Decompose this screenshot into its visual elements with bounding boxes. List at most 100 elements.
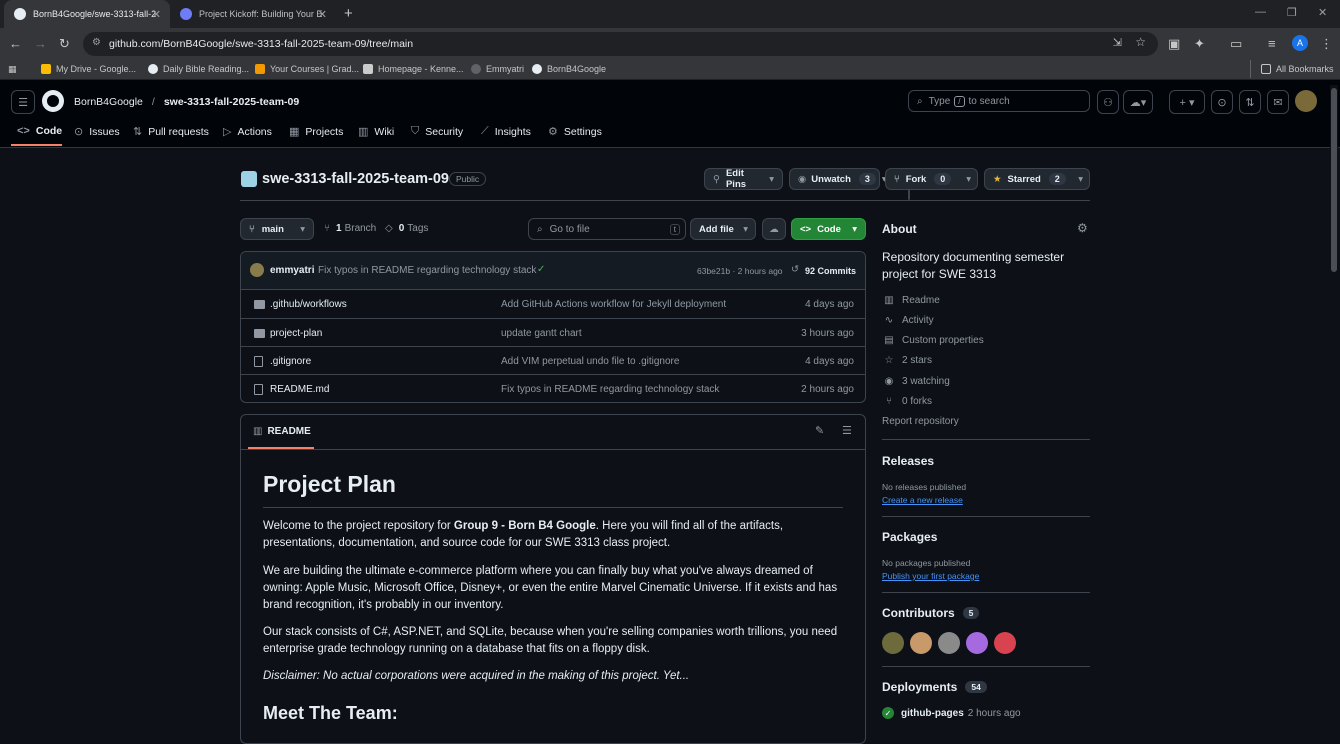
folder-icon [254, 299, 265, 309]
gear-icon[interactable]: ⚙ [1077, 221, 1088, 235]
contributor-avatar[interactable] [966, 632, 988, 654]
contributors-heading[interactable]: Contributors 5 [882, 606, 980, 620]
install-app-icon[interactable]: ⇲ [1113, 36, 1122, 49]
browser-tab-kickoff[interactable]: Project Kickoff: Building Your E ✕ [170, 0, 336, 28]
repo-name[interactable]: swe-3313-fall-2025-team-09 [262, 171, 449, 187]
tab-wiki[interactable]: ▥ Wiki [358, 125, 394, 139]
address-bar[interactable]: ⚙ github.com/BornB4Google/swe-3313-fall-… [83, 32, 1158, 56]
ksu-icon [363, 64, 373, 74]
new-tab-icon[interactable]: + [344, 5, 353, 22]
extensions-puzzle-icon[interactable]: ✦ [1194, 36, 1205, 52]
check-icon[interactable]: ✓ [537, 264, 545, 275]
edit-pencil-icon[interactable]: ✎ [815, 424, 824, 437]
publish-package-link[interactable]: Publish your first package [882, 571, 979, 581]
commit-hash-time[interactable]: 63be21b · 2 hours ago [697, 266, 783, 276]
bookmark-emmyatri[interactable]: Emmyatri [471, 64, 524, 74]
breadcrumb-owner[interactable]: BornB4Google [74, 96, 143, 108]
all-bookmarks[interactable]: All Bookmarks [1261, 64, 1334, 74]
table-row[interactable]: README.md Fix typos in README regarding … [241, 374, 865, 403]
breadcrumb-repo[interactable]: swe-3313-fall-2025-team-09 [164, 96, 299, 108]
table-row[interactable]: .github/workflows Add GitHub Actions wor… [241, 289, 865, 318]
readme-tab[interactable]: ▥ README [253, 426, 311, 437]
browser-tab-strip: BornB4Google/swe-3313-fall-2 ✕ Project K… [0, 0, 1340, 28]
pull-requests-icon[interactable]: ⇅ [1239, 90, 1261, 114]
create-new-button[interactable]: + ▾ [1169, 90, 1205, 114]
back-icon[interactable]: ← [9, 36, 22, 51]
deployments-heading[interactable]: Deployments 54 [882, 680, 987, 694]
media-controls-icon[interactable]: ≡ [1268, 36, 1276, 51]
code-button[interactable]: <> Code ▾ [791, 218, 866, 240]
about-forks[interactable]: ⑂ 0 forks [882, 396, 932, 407]
tab-insights[interactable]: ⟋ Insights [481, 125, 531, 138]
close-tab-icon[interactable]: ✕ [152, 8, 161, 21]
contributor-avatar[interactable] [938, 632, 960, 654]
about-stars[interactable]: ☆ 2 stars [882, 355, 933, 366]
forward-icon[interactable]: → [34, 36, 47, 51]
commit-message[interactable]: Fix typos in README regarding technology… [318, 265, 536, 276]
tab-pull-requests[interactable]: ⇅ Pull requests [133, 125, 209, 139]
contributor-avatar[interactable] [882, 632, 904, 654]
table-row[interactable]: project-plan update gantt chart 3 hours … [241, 318, 865, 347]
starred-button[interactable]: ★ Starred 2 ▾ [984, 168, 1090, 190]
commits-link[interactable]: 92 Commits [805, 266, 856, 276]
contributor-avatar[interactable] [910, 632, 932, 654]
commit-author-avatar[interactable] [250, 263, 264, 277]
releases-heading[interactable]: Releases [882, 454, 934, 468]
table-row[interactable]: .gitignore Add VIM perpetual undo file t… [241, 346, 865, 375]
reload-icon[interactable]: ↻ [59, 36, 70, 52]
chrome-menu-icon[interactable]: ⋮ [1320, 36, 1333, 52]
apps-grid-icon[interactable]: ▦ [8, 64, 17, 75]
cast-icon[interactable]: ▭ [1230, 36, 1242, 52]
fork-button[interactable]: ⑂ Fork 0 ▾ [885, 168, 978, 190]
about-activity[interactable]: ∿ Activity [882, 315, 934, 326]
outline-list-icon[interactable]: ☰ [842, 424, 852, 437]
github-logo-icon[interactable] [42, 90, 64, 112]
bookmark-homepage[interactable]: Homepage - Kenne... [363, 64, 464, 74]
bookmark-courses[interactable]: Your Courses | Grad... [255, 64, 359, 74]
restore-icon[interactable]: ❐ [1287, 6, 1297, 19]
tab-settings[interactable]: ⚙ Settings [548, 125, 602, 139]
branches-link[interactable]: ⑂ 1 Branch [324, 223, 376, 234]
about-custom-properties[interactable]: ▤ Custom properties [882, 335, 983, 346]
tab-code[interactable]: <> Code [17, 125, 62, 137]
site-info-icon[interactable]: ⚙ [92, 37, 101, 48]
contributor-avatar[interactable] [994, 632, 1016, 654]
profile-avatar[interactable]: A [1292, 35, 1308, 51]
minimize-icon[interactable]: — [1255, 6, 1266, 18]
tab-actions[interactable]: ▷ Actions [223, 125, 272, 139]
bookmark-my-drive[interactable]: My Drive - Google... [41, 64, 136, 74]
go-to-file-input[interactable]: ⌕ Go to file t [528, 218, 686, 240]
deployment-github-pages[interactable]: ✓ github-pages 2 hours ago [882, 707, 1021, 719]
about-readme[interactable]: ▥ Readme [882, 295, 940, 306]
tab-issues[interactable]: ⊙ Issues [74, 125, 120, 139]
copilot-menu-icon[interactable]: ☁▾ [1123, 90, 1153, 114]
about-watching[interactable]: ◉ 3 watching [882, 376, 950, 387]
unwatch-button[interactable]: ◉Unwatch3▾ [789, 168, 887, 190]
codespaces-icon[interactable]: ☁ [762, 218, 786, 240]
bookmark-star-icon[interactable]: ☆ [1135, 35, 1146, 49]
search-input[interactable]: ⌕ Type / to search [908, 90, 1090, 112]
edit-pins-button[interactable]: ⚲ Edit Pins ▾ [704, 168, 783, 190]
user-avatar[interactable] [1295, 90, 1317, 112]
tab-security[interactable]: ⛉ Security [411, 125, 463, 138]
tab-projects[interactable]: ▦ Projects [289, 125, 343, 139]
report-repository-link[interactable]: Report repository [882, 416, 959, 427]
copilot-icon[interactable]: ⚇ [1097, 90, 1119, 114]
bookmark-bornb4google[interactable]: BornB4Google [532, 64, 606, 74]
hamburger-menu-icon[interactable]: ☰ [11, 90, 35, 114]
close-tab-icon[interactable]: ✕ [318, 8, 327, 21]
create-release-link[interactable]: Create a new release [882, 495, 963, 505]
bookmark-bible[interactable]: Daily Bible Reading... [148, 64, 249, 74]
folder-icon [1261, 64, 1271, 74]
add-file-button[interactable]: Add file ▾ [690, 218, 756, 240]
extension-icon[interactable]: ▣ [1168, 36, 1180, 52]
inbox-icon[interactable]: ✉ [1267, 90, 1289, 114]
tags-link[interactable]: ◇ 0 Tags [385, 223, 428, 234]
commit-author[interactable]: emmyatri [270, 265, 314, 276]
scrollbar-thumb[interactable] [1331, 88, 1337, 272]
close-window-icon[interactable]: ✕ [1318, 6, 1327, 19]
browser-tab-github[interactable]: BornB4Google/swe-3313-fall-2 ✕ [4, 0, 170, 28]
issues-icon[interactable]: ⊙ [1211, 90, 1233, 114]
packages-heading[interactable]: Packages [882, 530, 937, 544]
branch-selector[interactable]: ⑂ main ▾ [240, 218, 314, 240]
